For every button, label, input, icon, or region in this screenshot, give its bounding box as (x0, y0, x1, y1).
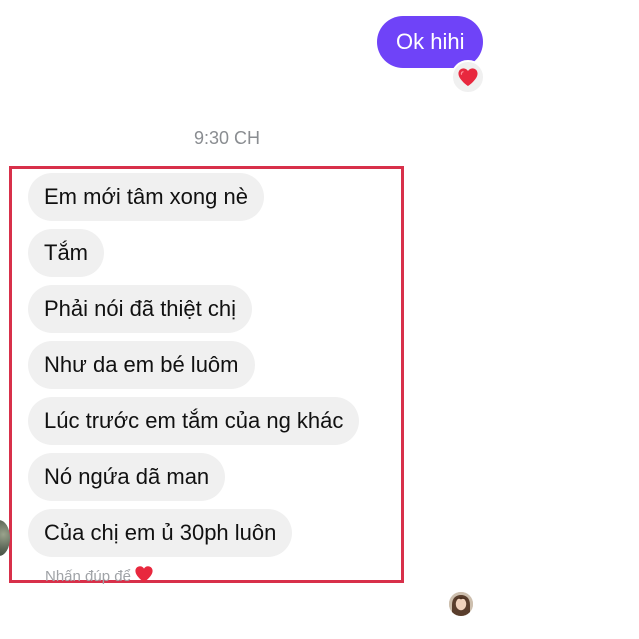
message-timestamp: 9:30 CH (193, 128, 261, 148)
heart-icon (134, 565, 154, 584)
double-tap-hint-text: Nhấn đúp để (45, 568, 131, 584)
received-message-bubble[interactable]: Của chị em ủ 30ph luôn (28, 509, 293, 557)
received-message-bubble[interactable]: Như da em bé luôm (28, 341, 255, 389)
double-tap-hint: Nhấn đúp để (45, 564, 195, 584)
received-message-bubble[interactable]: Tắm (28, 229, 104, 277)
read-receipt-avatar (449, 592, 473, 616)
heart-reaction[interactable] (451, 60, 485, 94)
received-message-list: Em mới tâm xong nè Tắm Phải nói đã thiệt… (28, 173, 398, 565)
received-message-bubble[interactable]: Lúc trước em tắm của ng khác (28, 397, 360, 445)
received-message-bubble[interactable]: Phải nói đã thiệt chị (28, 285, 253, 333)
received-message-bubble[interactable]: Em mới tâm xong nè (28, 173, 264, 221)
heart-icon (458, 68, 478, 87)
received-message-bubble[interactable]: Nó ngứa dã man (28, 453, 226, 501)
